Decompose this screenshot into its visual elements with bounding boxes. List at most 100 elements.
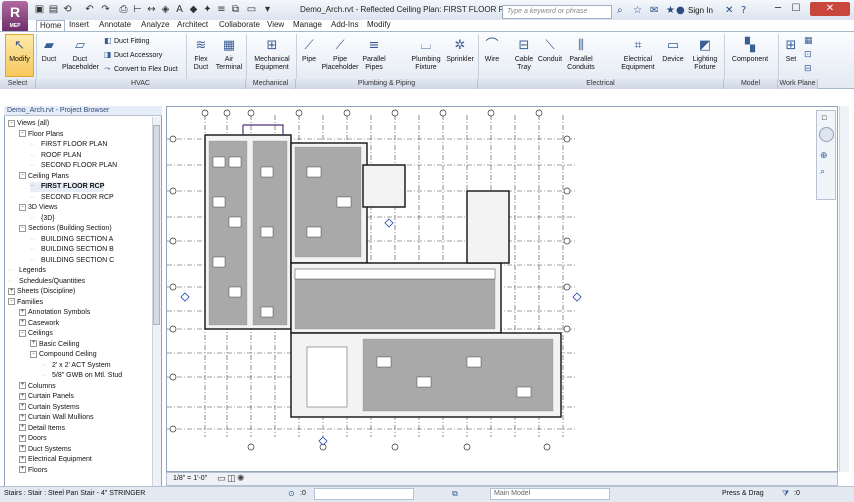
search-input[interactable]: Type a keyword or phrase: [502, 5, 612, 19]
browser-item[interactable]: ·· 2' x 2' ACT System: [41, 361, 111, 371]
minimize-button[interactable]: ─: [770, 2, 786, 16]
duct-button[interactable]: ▰ Duct: [37, 38, 61, 64]
binoculars-icon[interactable]: ⌕: [617, 5, 623, 16]
browser-item[interactable]: + Basic Ceiling: [30, 340, 79, 350]
browser-item[interactable]: - Views (all): [8, 119, 49, 129]
browser-item[interactable]: - Ceiling Plans: [19, 172, 69, 182]
parallel-conduits-button[interactable]: ⫼ Parallel Conduits: [564, 38, 598, 72]
flex-duct-button[interactable]: ≋ Flex Duct: [190, 38, 212, 72]
browser-item[interactable]: ·· 5/8" GWB on Mtl. Stud: [41, 371, 122, 381]
tab-analyze[interactable]: Analyze: [138, 20, 172, 31]
workset-dropdown[interactable]: [314, 488, 414, 500]
tab-insert[interactable]: Insert: [66, 20, 92, 31]
zoom-icon[interactable]: ⊕: [820, 151, 828, 161]
sun-path-icon[interactable]: ✺: [237, 474, 245, 484]
browser-item[interactable]: ·· {3D}: [30, 214, 55, 224]
maximize-button[interactable]: ☐: [788, 2, 804, 16]
save-icon[interactable]: ▤: [48, 4, 59, 15]
browser-item[interactable]: ·· Legends: [8, 266, 46, 276]
electrical-equipment-button[interactable]: ⌗ Electrical Equipment: [617, 38, 659, 72]
browser-item[interactable]: -3D Views: [19, 203, 57, 213]
plumbing-fixture-button[interactable]: ⌴ Plumbing Fixture: [408, 38, 444, 72]
browser-item[interactable]: + Annotation Symbols: [19, 308, 90, 318]
browser-item[interactable]: + Casework: [19, 319, 59, 329]
collapse-icon[interactable]: -: [8, 298, 15, 306]
design-options-icon[interactable]: ⧉: [452, 489, 458, 499]
cable-tray-button[interactable]: ⊟ Cable Tray: [512, 38, 536, 72]
collapse-icon[interactable]: -: [30, 350, 37, 358]
browser-item[interactable]: - Floor Plans: [19, 130, 63, 140]
canvas-horizontal-scrollbar[interactable]: [246, 473, 836, 484]
browser-item[interactable]: + Curtain Wall Mullions: [19, 413, 93, 423]
browser-item[interactable]: - Ceilings: [19, 329, 53, 339]
tab-modify[interactable]: Modify: [364, 20, 394, 31]
browser-item[interactable]: ·· FIRST FLOOR RCP: [30, 182, 105, 192]
expand-icon[interactable]: +: [19, 308, 26, 316]
duct-fitting-button[interactable]: ◧ Duct Fitting: [104, 36, 149, 46]
subscription-icon[interactable]: ☆: [633, 5, 642, 16]
press-drag-label[interactable]: Press & Drag: [722, 490, 764, 497]
expand-icon[interactable]: +: [19, 434, 26, 442]
panel-work-plane[interactable]: Work Plane: [778, 79, 818, 89]
text-icon[interactable]: A: [174, 4, 185, 15]
browser-item[interactable]: ·· SECOND FLOOR PLAN: [30, 161, 117, 171]
browser-item[interactable]: + Duct Systems: [19, 445, 71, 455]
expand-icon[interactable]: +: [19, 445, 26, 453]
ref-plane-icon[interactable]: ⊡: [804, 50, 816, 60]
browser-item[interactable]: ·· FIRST FLOOR PLAN: [30, 140, 107, 150]
browser-item[interactable]: ·· ROOF PLAN: [30, 151, 81, 161]
browser-item[interactable]: ·· BUILDING SECTION C: [30, 256, 114, 266]
zoom-fit-icon[interactable]: ⌕: [820, 167, 825, 177]
help-icon[interactable]: ?: [741, 5, 746, 16]
expand-icon[interactable]: +: [19, 466, 26, 474]
browser-item[interactable]: + Sheets (Discipline): [8, 287, 75, 297]
tab-annotate[interactable]: Annotate: [96, 20, 134, 31]
tab-collaborate[interactable]: Collaborate: [216, 20, 263, 31]
steering-wheel-icon[interactable]: [819, 127, 834, 142]
switch-windows-icon[interactable]: ▭: [246, 4, 257, 15]
set-button[interactable]: ⊞ Set: [782, 38, 800, 64]
tab-manage[interactable]: Manage: [290, 20, 325, 31]
tab-view[interactable]: View: [264, 20, 287, 31]
browser-item[interactable]: + Doors: [19, 434, 47, 444]
close-button[interactable]: ✕: [810, 2, 850, 16]
expand-icon[interactable]: +: [19, 392, 26, 400]
pipe-button[interactable]: ⟋ Pipe: [298, 38, 320, 64]
tab-add-ins[interactable]: Add-Ins: [328, 20, 362, 31]
filter-icon[interactable]: ⧩: [782, 489, 789, 499]
expand-icon[interactable]: +: [19, 413, 26, 421]
collapse-icon[interactable]: -: [19, 224, 26, 232]
browser-item[interactable]: + Columns: [19, 382, 56, 392]
section-icon[interactable]: ✦: [202, 4, 213, 15]
browser-item[interactable]: + Detail Items: [19, 424, 65, 434]
sign-in-link[interactable]: Sign In: [688, 6, 713, 15]
panel-electrical[interactable]: Electrical: [478, 79, 724, 89]
sprinkler-button[interactable]: ✲ Sprinkler: [444, 38, 476, 64]
browser-item[interactable]: + Electrical Equipment: [19, 455, 92, 465]
expand-icon[interactable]: +: [19, 455, 26, 463]
tag-icon[interactable]: ◈: [160, 4, 171, 15]
show-workplane-icon[interactable]: ▦: [804, 36, 816, 46]
expand-icon[interactable]: +: [19, 403, 26, 411]
panel-mechanical[interactable]: Mechanical: [246, 79, 296, 89]
sync-icon[interactable]: ⟲: [62, 4, 73, 15]
design-option-dropdown[interactable]: Main Model: [490, 488, 610, 500]
canvas-vertical-scrollbar[interactable]: [839, 106, 849, 472]
browser-item[interactable]: ·· BUILDING SECTION B: [30, 245, 114, 255]
air-terminal-button[interactable]: ▦ Air Terminal: [214, 38, 244, 72]
dimension-icon[interactable]: ↔: [146, 4, 157, 15]
close-icon[interactable]: ▫: [821, 113, 827, 123]
browser-scroll-thumb[interactable]: [153, 125, 160, 325]
qat-dropdown-icon[interactable]: ▾: [262, 4, 273, 15]
tab-architect[interactable]: Architect: [174, 20, 211, 31]
collapse-icon[interactable]: -: [19, 329, 26, 337]
wire-button[interactable]: ⌒ Wire: [480, 38, 504, 64]
print-icon[interactable]: ⎙: [118, 4, 129, 15]
expand-icon[interactable]: +: [8, 287, 15, 295]
thin-lines-icon[interactable]: ≡: [216, 4, 227, 15]
panel-select[interactable]: Select: [0, 79, 36, 89]
editable-only-icon[interactable]: ⊙: [288, 489, 295, 498]
component-button[interactable]: ▚ Component: [728, 38, 772, 64]
collapse-icon[interactable]: -: [8, 119, 15, 127]
measure-icon[interactable]: ⊢: [132, 4, 143, 15]
